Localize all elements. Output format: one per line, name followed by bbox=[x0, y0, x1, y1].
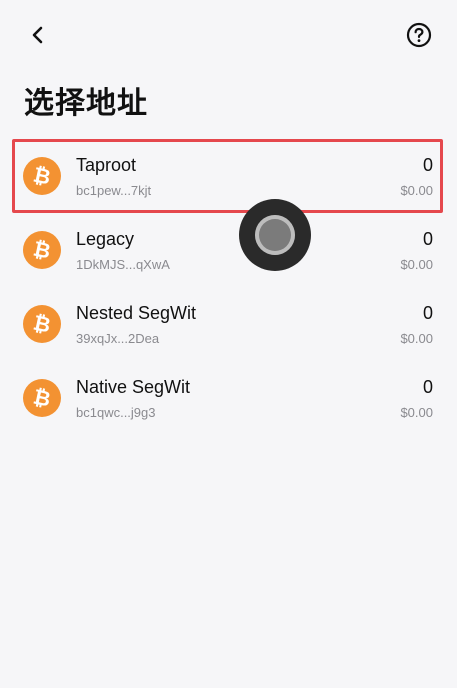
page-title: 选择地址 bbox=[24, 86, 148, 121]
balance-amount: 0 bbox=[422, 229, 433, 249]
balance-fiat: $0.00 bbox=[400, 183, 433, 198]
help-button[interactable] bbox=[404, 20, 434, 50]
balance-fiat: $0.00 bbox=[400, 405, 433, 420]
svg-text:₿: ₿ bbox=[31, 310, 53, 337]
address-row-taproot[interactable]: ₿ Taproot bc1pew...7kjt 0 $0.00 bbox=[12, 139, 443, 213]
balance-amount: 0 bbox=[422, 155, 433, 175]
bitcoin-icon: ₿ bbox=[23, 157, 61, 195]
balance-fiat: $0.00 bbox=[400, 331, 433, 346]
address-type-label: Nested SegWit bbox=[76, 303, 197, 323]
bitcoin-icon: ₿ bbox=[23, 231, 61, 269]
address-list: ₿ Taproot bc1pew...7kjt 0 $0.00 ₿ Legacy… bbox=[12, 139, 443, 435]
address-value: 1DkMJS...qXwA bbox=[76, 257, 170, 272]
address-row-nested-segwit[interactable]: ₿ Nested SegWit 39xqJx...2Dea 0 $0.00 bbox=[12, 287, 443, 361]
balance-fiat: $0.00 bbox=[400, 257, 433, 272]
address-value: bc1qwc...j9g3 bbox=[76, 405, 156, 420]
address-type-label: Legacy bbox=[76, 229, 135, 249]
svg-text:₿: ₿ bbox=[31, 162, 53, 189]
address-type-label: Taproot bbox=[76, 155, 137, 175]
bitcoin-icon: ₿ bbox=[23, 379, 61, 417]
address-value: 39xqJx...2Dea bbox=[76, 331, 160, 346]
address-row-legacy[interactable]: ₿ Legacy 1DkMJS...qXwA 0 $0.00 bbox=[12, 213, 443, 287]
svg-text:₿: ₿ bbox=[31, 236, 53, 263]
back-button[interactable] bbox=[22, 20, 54, 50]
balance-amount: 0 bbox=[422, 303, 433, 323]
address-row-native-segwit[interactable]: ₿ Native SegWit bc1qwc...j9g3 0 $0.00 bbox=[12, 361, 443, 435]
svg-text:₿: ₿ bbox=[31, 384, 53, 411]
chevron-left-icon bbox=[32, 26, 43, 44]
address-value: bc1pew...7kjt bbox=[76, 183, 152, 198]
balance-amount: 0 bbox=[422, 377, 433, 397]
question-circle-icon bbox=[406, 22, 432, 48]
bitcoin-icon: ₿ bbox=[23, 305, 61, 343]
address-type-label: Native SegWit bbox=[76, 377, 191, 397]
top-bar bbox=[0, 0, 457, 68]
